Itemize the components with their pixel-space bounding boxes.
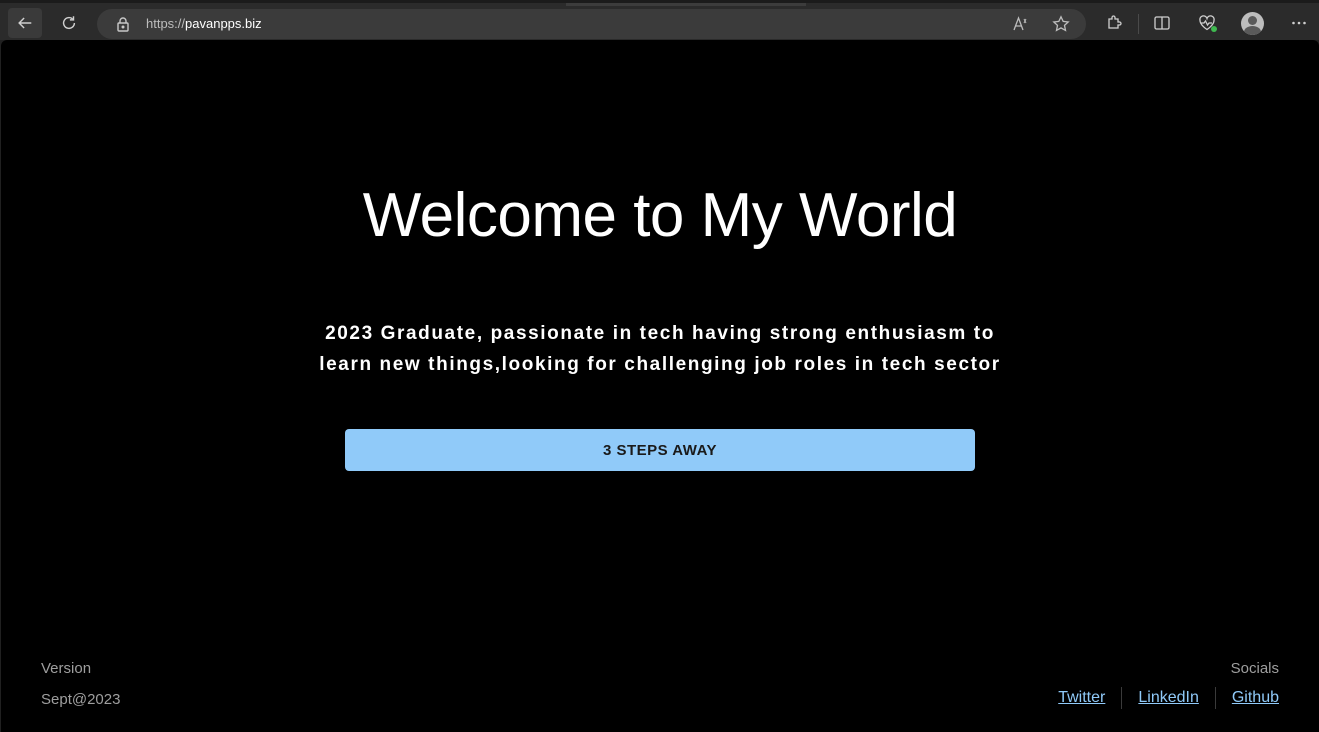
more-options-icon [1292,21,1306,25]
github-link[interactable]: Github [1216,687,1279,709]
avatar-body [1244,26,1261,35]
url-host: pavanpps.biz [185,16,262,31]
back-button[interactable] [8,8,42,38]
steps-away-button[interactable]: 3 STEPS AWAY [345,429,975,471]
back-arrow-icon [18,17,32,29]
page-content: Welcome to My World 2023 Graduate, passi… [1,40,1319,732]
split-screen-button[interactable] [1152,13,1172,33]
version-value: Sept@2023 [41,691,121,708]
lock-icon[interactable] [115,16,131,32]
profile-avatar-icon[interactable] [1241,12,1264,35]
version-label: Version [41,660,92,677]
url-text[interactable]: https://pavanpps.biz [146,16,262,31]
avatar-head [1248,16,1257,25]
browser-toolbar: https://pavanpps.biz [0,0,1319,40]
socials-label: Socials [1230,660,1279,677]
hero-description: 2023 Graduate, passionate in tech having… [301,318,1019,380]
hero-title: Welcome to My World [362,181,958,250]
split-screen-icon [1154,16,1170,30]
extensions-icon [1108,15,1122,29]
reload-icon [62,16,76,30]
hero-description-line-2: learn new things,looking for challenging… [319,354,1001,375]
more-options-button[interactable] [1289,13,1309,33]
toolbar-divider [1138,14,1139,34]
status-dot [1211,26,1217,32]
favorite-star-icon[interactable] [1052,15,1070,33]
reload-button[interactable] [52,8,86,38]
browser-essentials-button[interactable] [1197,13,1217,33]
extensions-button[interactable] [1104,13,1124,33]
twitter-link[interactable]: Twitter [1042,687,1121,709]
social-links: Twitter LinkedIn Github [1042,687,1279,709]
address-bar[interactable]: https://pavanpps.biz [97,9,1086,39]
url-scheme: https:// [146,16,186,31]
linkedin-link[interactable]: LinkedIn [1122,687,1215,709]
read-aloud-icon[interactable] [1012,15,1030,33]
tab-strip [566,3,806,6]
hero-description-line-1: 2023 Graduate, passionate in tech having… [325,323,995,344]
